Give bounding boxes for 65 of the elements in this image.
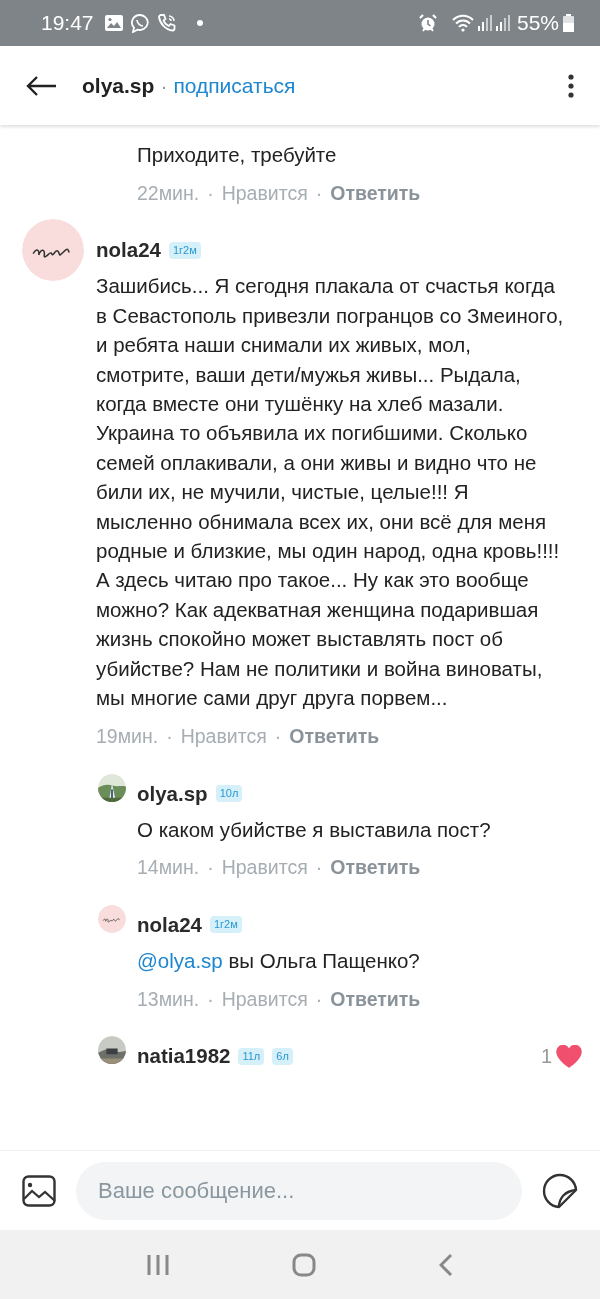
reply-button[interactable]: Ответить — [289, 725, 380, 748]
age-badge: 1г2м — [209, 916, 242, 934]
sticker-button[interactable] — [542, 1172, 578, 1209]
signal-icon — [477, 15, 492, 31]
separator-dot: · — [315, 856, 323, 880]
reply-button[interactable]: Ответить — [330, 987, 421, 1011]
age-badge: 1г2м — [168, 241, 201, 259]
reply-button[interactable]: Ответить — [330, 856, 421, 880]
comment-text: @olya.sp вы Ольга Пащенко? — [137, 947, 421, 974]
follow-link[interactable]: подписаться — [173, 73, 296, 98]
battery-icon — [563, 14, 574, 32]
home-icon — [292, 1252, 316, 1277]
comment-time: 22мин. — [137, 181, 200, 205]
comment-text: О каком убийстве я выставила пост? — [137, 816, 492, 843]
like-button[interactable]: Нравится — [180, 725, 267, 748]
separator-dot: · — [315, 987, 323, 1011]
recent-apps-button[interactable] — [146, 1253, 169, 1276]
message-input[interactable]: Ваше сообщение... — [76, 1161, 522, 1220]
battery-percent: 55% — [516, 11, 559, 35]
separator-dot: · — [166, 725, 173, 748]
separator-dot: · — [207, 987, 214, 1011]
age-badge: 10л — [215, 785, 243, 802]
like-count: 1 — [540, 1044, 552, 1068]
image-notification-icon — [104, 15, 123, 31]
wifi-icon — [451, 14, 474, 32]
age-badge: 11л — [238, 1047, 265, 1065]
home-button[interactable] — [292, 1252, 316, 1277]
back-arrow-icon — [25, 74, 57, 97]
author-name[interactable]: nola24 — [137, 912, 202, 937]
like-button[interactable]: Нравится — [221, 856, 308, 880]
author-name[interactable]: natia1982 — [137, 1044, 231, 1069]
comment-text: Зашибись... Я сегодня плакала от счастья когда в Севастополь привезли погранцов со Змеиного, и ребята наши снимали их живых, мол, смотрите, ваши дети/мужья живы... Рыдала, когда вместе они тушёнку на хлеб мазали. Украина то объявила их погибшими. Сколько семей оплакивали, а они живы и видно что не били их, не мучили, чистые, целые!!! Я мысленно обнимала всех их, они всё для меня родные и близкие, мы один народ, одна кровь!!!! А здесь читаю про такое... Ну как это вообще можно? Как адекватная женщина подарившая жизнь спокойно может выставлять пост об убийстве? Нам не политики и война виноваты, мы многие сами друг друга порвем... — [96, 273, 565, 712]
dot-icon — [196, 20, 203, 26]
sticker-icon — [542, 1172, 578, 1209]
comment-time: 14мин. — [137, 856, 200, 880]
recent-apps-icon — [146, 1253, 169, 1276]
profile-username[interactable]: olya.sp — [82, 73, 155, 98]
image-icon — [22, 1174, 56, 1207]
back-chevron-icon — [439, 1252, 454, 1277]
signal-icon — [495, 15, 510, 31]
separator-dot: · — [160, 73, 168, 98]
alarm-clock-icon — [417, 13, 438, 33]
back-button[interactable] — [25, 74, 57, 97]
phone-icon — [156, 13, 177, 33]
separator-dot: · — [315, 181, 323, 205]
more-options-icon — [568, 73, 574, 98]
mention-link[interactable]: @olya.sp — [137, 948, 223, 972]
clock-time: 19:47 — [41, 11, 94, 35]
attach-image-button[interactable] — [22, 1174, 56, 1207]
like-button[interactable]: Нравится — [221, 181, 308, 205]
author-name[interactable]: olya.sp — [137, 781, 208, 806]
comment-text: Приходите, требуйте — [137, 142, 338, 168]
separator-dot: · — [207, 181, 214, 205]
age-badge: 6л — [272, 1047, 293, 1065]
separator-dot: · — [274, 725, 282, 748]
like-button[interactable]: Нравится — [221, 987, 308, 1011]
comment-time: 19мин. — [96, 725, 159, 748]
chat-bubble-icon — [129, 13, 150, 33]
menu-button[interactable] — [568, 73, 574, 98]
back-nav-button[interactable] — [439, 1252, 454, 1277]
reply-button[interactable]: Ответить — [330, 181, 421, 205]
author-name[interactable]: nola24 — [96, 238, 161, 263]
heart-icon[interactable] — [556, 1044, 582, 1068]
comment-time: 13мин. — [137, 987, 200, 1011]
separator-dot: · — [207, 856, 214, 880]
